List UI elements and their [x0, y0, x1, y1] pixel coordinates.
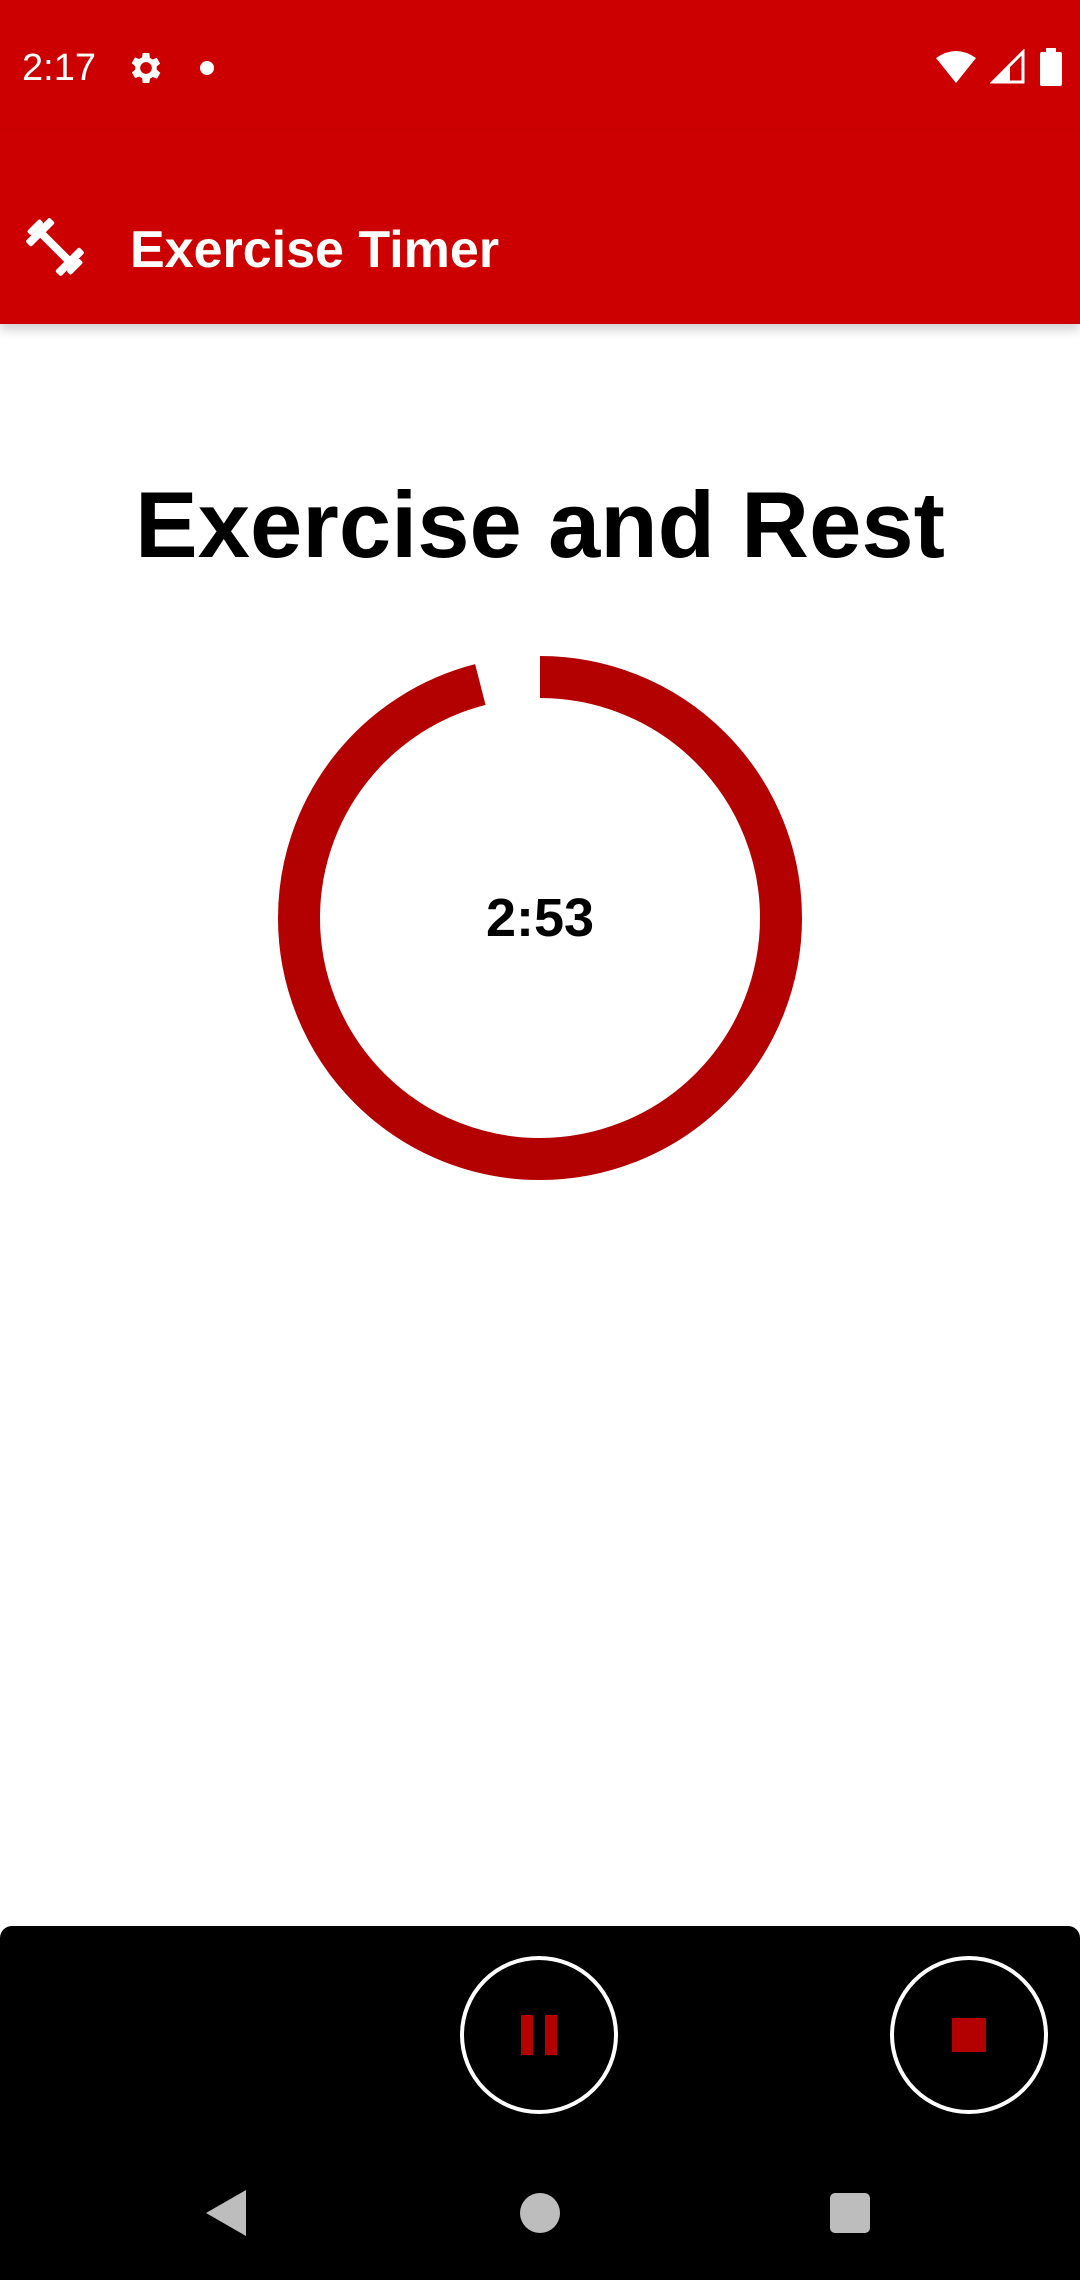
home-icon[interactable]: [520, 2193, 560, 2233]
recents-icon[interactable]: [830, 2193, 870, 2233]
pause-icon: [521, 2015, 557, 2055]
workout-title: Exercise and Rest: [135, 472, 945, 577]
notification-dot-icon: [200, 61, 214, 75]
stop-icon: [952, 2018, 986, 2052]
status-bar: 2:17: [0, 0, 1080, 130]
app-bar: Exercise Timer: [0, 130, 1080, 324]
wifi-icon: [936, 51, 976, 83]
control-bar: [0, 1926, 1080, 2146]
stop-button[interactable]: [890, 1956, 1048, 2114]
status-time: 2:17: [22, 47, 96, 89]
battery-icon: [1040, 48, 1062, 86]
cell-signal-icon: [990, 49, 1025, 84]
app-title: Exercise Timer: [130, 221, 500, 279]
system-nav-bar: [0, 2146, 1080, 2280]
status-icons: [936, 46, 1062, 88]
dumbbell-icon: [26, 218, 84, 276]
timer-remaining: 2:53: [485, 888, 595, 948]
back-icon[interactable]: [206, 2190, 246, 2236]
pause-button[interactable]: [460, 1956, 618, 2114]
gear-icon: [131, 53, 161, 83]
